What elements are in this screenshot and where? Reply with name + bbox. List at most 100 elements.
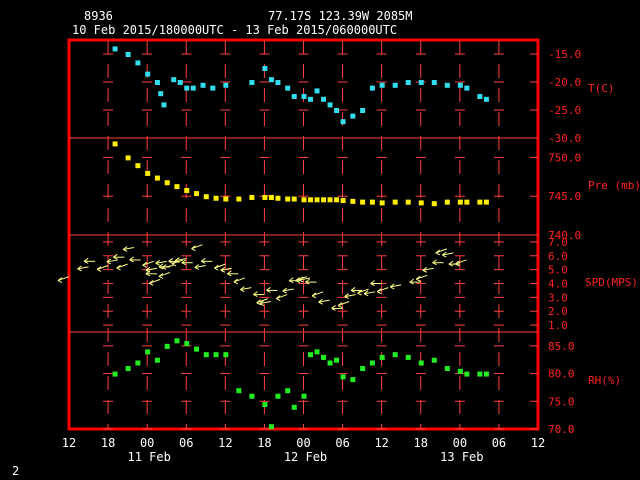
temperature-point: [200, 82, 206, 88]
humidity-point: [308, 352, 314, 358]
temperature-point: [135, 60, 141, 66]
wind-arrow: [422, 266, 434, 273]
wind-arrow: [370, 280, 382, 286]
temperature-point: [327, 102, 333, 108]
pressure-point: [418, 200, 424, 206]
y-tick-label: -30.0: [548, 132, 581, 145]
pressure-point: [184, 187, 190, 193]
wind-arrow-shaft: [96, 265, 109, 270]
wind-arrow-head: [442, 254, 447, 258]
temperature-point: [431, 80, 437, 85]
temperature-point: [308, 96, 314, 102]
temperature-point: [210, 85, 216, 91]
wind-arrow-shaft: [276, 294, 288, 300]
series-label: SPD(MPS): [585, 276, 638, 289]
pressure-point: [268, 194, 274, 200]
y-tick-label: 3.0: [548, 291, 568, 304]
page-number: 2: [12, 464, 19, 478]
temperature-point: [314, 88, 320, 94]
pressure-point: [174, 184, 180, 190]
temperature-point: [268, 77, 274, 83]
temperature-point: [249, 80, 255, 85]
pressure-point: [164, 180, 170, 186]
temperature-point: [360, 108, 366, 113]
pressure-point: [291, 196, 297, 202]
pressure-point: [154, 175, 160, 181]
pressure-point: [321, 197, 327, 203]
pressure-point: [405, 199, 411, 205]
wind-arrow: [389, 283, 402, 290]
wind-arrow-head: [214, 267, 219, 271]
humidity-point: [418, 360, 424, 366]
wind-arrow: [311, 291, 324, 299]
wind-arrow: [181, 259, 193, 266]
wind-arrow: [122, 246, 135, 252]
pressure-point: [203, 194, 209, 200]
temperature-point: [223, 82, 229, 88]
x-tick-label: 00: [140, 436, 154, 450]
temperature-point: [190, 85, 196, 91]
x-tick-label: 06: [335, 436, 349, 450]
wind-arrow: [240, 286, 252, 293]
wind-arrow: [266, 287, 278, 293]
wind-arrow-head: [57, 280, 63, 284]
temperature-point: [145, 71, 151, 77]
humidity-point: [392, 352, 398, 358]
humidity-point: [457, 368, 463, 374]
pressure-point: [483, 199, 489, 205]
wind-arrow-shaft: [337, 301, 350, 306]
y-tick-label: 1.0: [548, 319, 568, 332]
wind-arrow-head: [363, 293, 369, 297]
pressure-point: [392, 199, 398, 205]
x-tick-label: 12: [531, 436, 545, 450]
temperature-point: [418, 80, 424, 85]
wind-arrow-shaft: [455, 259, 467, 265]
wind-arrow: [337, 301, 350, 308]
y-tick-label: 70.0: [548, 423, 575, 436]
wind-arrow: [148, 278, 161, 286]
y-tick-label: 6.0: [548, 250, 568, 263]
wind-arrow-head: [416, 278, 421, 282]
y-tick-label: -20.0: [548, 76, 581, 89]
wind-arrow: [233, 277, 246, 285]
temperature-point: [321, 96, 327, 102]
wind-arrow-shaft: [377, 287, 389, 293]
humidity-point: [334, 357, 340, 363]
wind-arrow: [77, 265, 89, 272]
y-tick-label: 7.0: [548, 236, 568, 249]
pressure-point: [360, 199, 366, 205]
temperature-point: [301, 94, 307, 99]
series-label: RH(%): [588, 374, 621, 387]
y-tick-label: 5.0: [548, 264, 568, 277]
wind-arrow: [376, 287, 389, 295]
humidity-point: [203, 352, 209, 358]
pressure-point: [145, 170, 151, 176]
wind-arrow: [194, 264, 206, 270]
wind-arrow-shaft: [357, 288, 369, 294]
pressure-point: [194, 191, 200, 197]
meteogram: 8936 77.17S 123.39W 2085M 10 Feb 2015/18…: [12, 9, 640, 478]
wind-arrow-head: [77, 268, 82, 272]
wind-arrow-shaft: [214, 263, 226, 269]
temperature-point: [477, 94, 483, 99]
temperature-point: [334, 108, 340, 113]
wind-arrow: [415, 274, 428, 282]
wind-arrow: [442, 251, 454, 258]
temperature-point: [285, 85, 291, 91]
wind-arrow-shaft: [158, 271, 171, 277]
series-label: T(C): [588, 82, 615, 95]
temperature-point: [161, 102, 167, 108]
wind-arrow-shaft: [311, 291, 324, 297]
x-tick-label: 18: [101, 436, 115, 450]
wind-arrow: [142, 260, 154, 268]
humidity-point: [464, 371, 470, 377]
wind-arrow-shaft: [233, 277, 246, 283]
humidity-point: [350, 377, 356, 383]
pressure-point: [444, 199, 450, 205]
wind-arrow-shaft: [149, 278, 161, 284]
humidity-point: [174, 338, 180, 344]
pressure-point: [249, 194, 255, 200]
temperature-point: [340, 119, 346, 125]
x-tick-label: 18: [414, 436, 428, 450]
humidity-point: [327, 360, 333, 366]
